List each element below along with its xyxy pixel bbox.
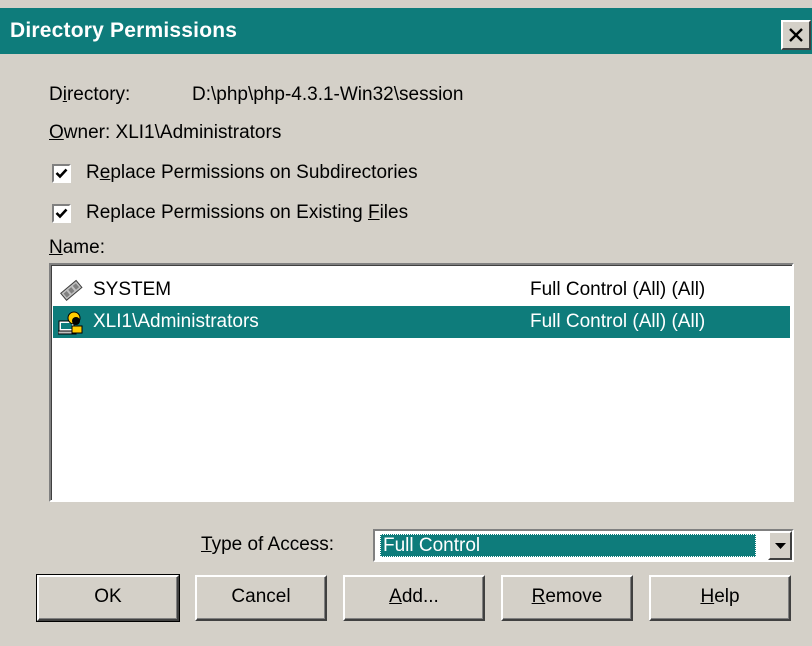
checkmark-icon [55,208,68,219]
directory-label: Directory: [49,84,131,105]
help-button[interactable]: Help [649,575,791,621]
list-item-name: XLI1\Administrators [93,311,259,332]
close-icon [789,28,803,42]
name-list-label: Name: [49,237,105,258]
replace-subdirectories-label[interactable]: Replace Permissions on Subdirectories [86,162,418,184]
cancel-button[interactable]: Cancel [195,575,327,621]
list-item-access: Full Control (All) (All) [530,279,706,300]
dropdown-button[interactable] [768,531,792,560]
group-icon [58,311,83,335]
replace-subdirectories-checkbox[interactable] [52,164,71,183]
close-button[interactable] [781,20,811,50]
window-title: Directory Permissions [10,19,238,42]
list-item-name: SYSTEM [93,279,172,300]
permissions-list[interactable]: SYSTEM Full Control (All) (All) XLI1\Adm… [49,263,794,502]
type-of-access-value: Full Control [380,534,756,557]
directory-value: D:\php\php-4.3.1-Win32\session [192,84,464,105]
replace-existing-files-checkbox[interactable] [52,204,71,223]
ok-button[interactable]: OK [36,574,180,622]
title-bar[interactable]: Directory Permissions [0,8,812,54]
type-of-access-select[interactable]: Full Control [373,529,794,562]
chevron-down-icon [775,543,786,549]
computer-icon [60,279,83,301]
replace-existing-files-label[interactable]: Replace Permissions on Existing Files [86,202,408,224]
owner-label: Owner: XLI1\Administrators [49,122,282,143]
list-item-access: Full Control (All) (All) [530,311,706,332]
checkmark-icon [55,168,68,179]
owner-value: XLI1\Administrators [115,122,282,143]
add-button[interactable]: Add... [343,575,485,621]
remove-button[interactable]: Remove [501,575,633,621]
list-item-system[interactable]: SYSTEM Full Control (All) (All) [53,274,790,306]
list-item-administrators[interactable]: XLI1\Administrators Full Control (All) (… [53,306,790,338]
type-of-access-label: Type of Access: [201,534,335,555]
directory-permissions-dialog: Directory Permissions Directory: D:\php\… [0,0,812,646]
